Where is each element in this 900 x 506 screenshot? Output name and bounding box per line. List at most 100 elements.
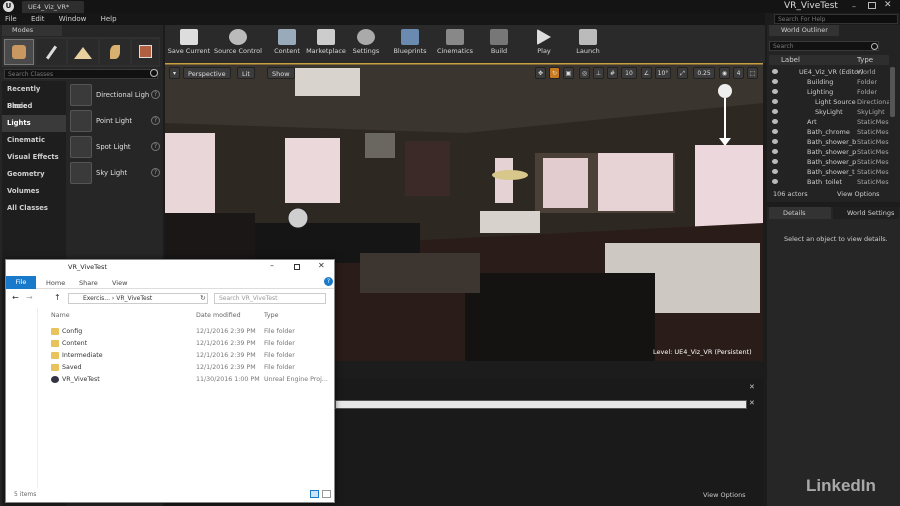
details-view-icon[interactable] <box>310 490 319 498</box>
tree-row[interactable]: Light Source Directiona <box>769 97 889 107</box>
tree-row[interactable]: Bath_shower_bStaticMesh <box>769 137 889 147</box>
perspective-button[interactable]: Perspective <box>183 67 231 79</box>
name-column-header[interactable]: Name <box>51 310 70 322</box>
point-light-item[interactable]: Point Light ? <box>70 110 160 135</box>
directional-light-item[interactable]: Directional Ligh ? <box>70 84 160 109</box>
rotation-snap-icon[interactable]: ∠ <box>641 67 652 79</box>
play-button[interactable]: Play <box>531 25 557 63</box>
cinematics-button[interactable]: Cinematics <box>435 25 475 63</box>
category-lights[interactable]: Lights <box>2 115 66 132</box>
help-icon[interactable]: ? <box>151 168 160 177</box>
path-segment-exercises[interactable]: Exercis... <box>83 295 110 302</box>
outliner-search-input[interactable]: Search <box>769 41 879 51</box>
modes-tab[interactable]: Modes <box>2 25 62 36</box>
tree-row[interactable]: Lighting Folder <box>769 87 889 97</box>
visibility-icon[interactable] <box>772 159 778 164</box>
save-current-button[interactable]: Save Current <box>167 25 211 63</box>
home-tab[interactable]: Home <box>46 279 65 287</box>
settings-button[interactable]: Settings <box>351 25 381 63</box>
scale-snap-icon[interactable]: ⤢ <box>677 67 688 79</box>
file-row[interactable]: VR_ViveTest 11/30/2016 1:00 PM Unreal Engi… <box>6 374 334 386</box>
foliage-mode-icon[interactable] <box>100 39 130 65</box>
label-column-header[interactable]: Label <box>781 55 800 65</box>
help-icon[interactable]: ? <box>151 142 160 151</box>
tree-row[interactable]: UE4_Viz_VR (Editor) World <box>769 67 889 77</box>
type-column-header[interactable]: Type <box>264 310 278 322</box>
date-column-header[interactable]: Date modified <box>196 310 241 322</box>
explorer-search-input[interactable]: Search VR_ViveTest <box>214 293 326 304</box>
minimize-icon[interactable]: – <box>852 2 862 11</box>
path-segment-project[interactable]: VR_ViveTest <box>116 295 152 302</box>
category-all-classes[interactable]: All Classes <box>2 200 66 217</box>
landscape-mode-icon[interactable] <box>68 39 98 65</box>
world-local-icon[interactable]: ◎ <box>579 67 590 79</box>
paint-mode-icon[interactable] <box>36 39 66 65</box>
outliner-tab[interactable]: World Outliner <box>769 25 839 36</box>
bottom-view-options[interactable]: View Options <box>703 491 746 499</box>
help-icon[interactable]: ? <box>324 277 333 286</box>
category-visual-effects[interactable]: Visual Effects <box>2 149 66 166</box>
tree-row[interactable]: Bath_toiletStaticMesh <box>769 177 889 185</box>
forward-icon[interactable]: → <box>26 293 33 302</box>
content-button[interactable]: Content <box>271 25 303 63</box>
tree-row[interactable]: Bath_shower_tStaticMesh <box>769 167 889 177</box>
help-icon[interactable]: ? <box>151 90 160 99</box>
camera-speed-icon[interactable]: ◉ <box>719 67 730 79</box>
help-search-input[interactable]: Search For Help <box>774 14 898 24</box>
category-volumes[interactable]: Volumes <box>2 183 66 200</box>
menu-edit[interactable]: Edit <box>31 15 45 23</box>
lit-mode-button[interactable]: Lit <box>237 67 255 79</box>
place-mode-icon[interactable] <box>4 39 34 65</box>
tree-row[interactable]: SkyLight SkyLight <box>769 107 889 117</box>
marketplace-button[interactable]: Marketplace <box>305 25 347 63</box>
maximize-viewport-icon[interactable]: ⬚ <box>747 67 758 79</box>
tree-row[interactable]: ArtStaticMesh <box>769 117 889 127</box>
visibility-icon[interactable] <box>772 89 778 94</box>
file-row[interactable]: Content 12/1/2016 2:39 PM File folder <box>6 338 334 350</box>
visibility-icon[interactable] <box>772 69 778 74</box>
show-button[interactable]: Show <box>267 67 295 79</box>
menu-window[interactable]: Window <box>59 15 87 23</box>
view-tab[interactable]: View <box>112 279 127 287</box>
rotate-icon[interactable]: ↻ <box>549 67 560 79</box>
geometry-mode-icon[interactable] <box>132 39 159 65</box>
details-tab[interactable]: Details <box>769 207 831 219</box>
build-button[interactable]: Build <box>485 25 513 63</box>
rotation-snap-value[interactable]: 10° <box>655 67 671 79</box>
tree-row[interactable]: Bath_shower_pStaticMesh <box>769 147 889 157</box>
back-icon[interactable]: ← <box>12 293 19 302</box>
visibility-icon[interactable] <box>772 179 778 184</box>
launch-button[interactable]: Launch <box>573 25 603 63</box>
sky-light-item[interactable]: Sky Light ? <box>70 162 160 187</box>
visibility-icon[interactable] <box>772 99 778 104</box>
menu-help[interactable]: Help <box>101 15 117 23</box>
bottom-close-icon[interactable]: ✕ <box>749 399 755 407</box>
maximize-icon[interactable] <box>294 264 300 270</box>
tree-row[interactable]: Bath_shower_pStaticMesh <box>769 157 889 167</box>
file-row[interactable]: Saved 12/1/2016 2:39 PM File folder <box>6 362 334 374</box>
visibility-icon[interactable] <box>772 79 778 84</box>
blueprints-button[interactable]: Blueprints <box>391 25 429 63</box>
minimize-icon[interactable]: – <box>270 261 274 270</box>
category-geometry[interactable]: Geometry <box>2 166 66 183</box>
tiles-view-icon[interactable] <box>322 490 331 498</box>
spot-light-item[interactable]: Spot Light ? <box>70 136 160 161</box>
translate-icon[interactable]: ✥ <box>535 67 546 79</box>
scale-icon[interactable]: ▣ <box>563 67 574 79</box>
file-row[interactable]: Config 12/1/2016 2:39 PM File folder <box>6 326 334 338</box>
source-control-button[interactable]: Source Control <box>213 25 263 63</box>
category-recently-placed[interactable]: Recently Placed <box>2 81 66 110</box>
help-icon[interactable]: ? <box>151 116 160 125</box>
visibility-icon[interactable] <box>772 139 778 144</box>
scale-snap-value[interactable]: 0.25 <box>693 67 715 79</box>
visibility-icon[interactable] <box>772 169 778 174</box>
viewport-menu-button[interactable]: ▾ <box>169 67 180 79</box>
refresh-icon[interactable]: ↻ <box>200 294 206 302</box>
close-icon[interactable]: ✕ <box>318 261 325 270</box>
level-tab[interactable]: UE4_Viz_VR* <box>22 1 84 13</box>
menu-file[interactable]: File <box>5 15 17 23</box>
visibility-icon[interactable] <box>772 149 778 154</box>
maximize-icon[interactable] <box>868 2 876 9</box>
type-column-header[interactable]: Type <box>857 55 873 65</box>
address-bar[interactable]: Exercis... › VR_ViveTest <box>68 293 208 304</box>
